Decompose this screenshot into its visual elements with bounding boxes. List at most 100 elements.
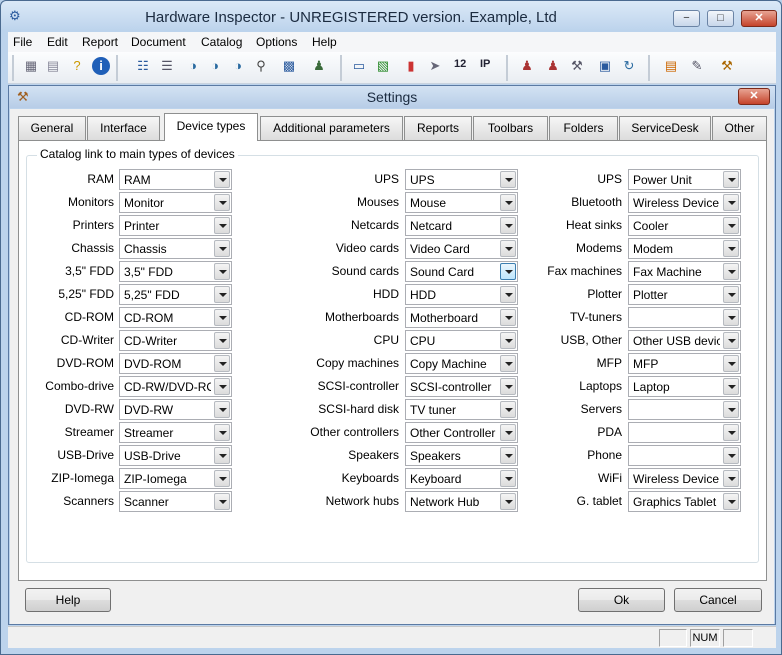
device-type-select[interactable]: DVD-ROM [119,353,232,374]
chevron-down-icon[interactable] [723,286,739,303]
chevron-down-icon[interactable] [214,470,230,487]
device-type-select[interactable]: Cooler [628,215,741,236]
monitor-icon[interactable]: ▩ [280,57,298,75]
device-type-select[interactable]: Wireless Device [628,468,741,489]
menu-edit[interactable]: Edit [47,35,68,49]
cancel-button[interactable]: Cancel [674,588,762,612]
device-type-select[interactable]: Monitor [119,192,232,213]
tab-toolbars[interactable]: Toolbars [473,116,548,140]
chevron-down-icon[interactable] [723,263,739,280]
device-type-select[interactable]: Modem [628,238,741,259]
people-icon[interactable]: ♟ [544,57,562,75]
chart-icon[interactable]: ▮ [402,57,420,75]
chevron-down-icon[interactable] [723,401,739,418]
refresh-icon[interactable]: ↻ [620,57,638,75]
dialog-close-button[interactable]: ✕ [738,88,770,105]
menu-catalog[interactable]: Catalog [201,35,242,49]
tools-icon[interactable]: ⚒ [568,57,586,75]
chevron-down-icon[interactable] [214,286,230,303]
device-type-select[interactable]: MFP [628,353,741,374]
chevron-down-icon[interactable] [723,378,739,395]
pc-network-icon[interactable]: ▣ [596,57,614,75]
title-bar[interactable]: ⚙ Hardware Inspector - UNREGISTERED vers… [1,1,781,31]
chevron-down-icon[interactable] [214,309,230,326]
tab-device-types[interactable]: Device types [164,113,258,141]
chevron-down-icon[interactable] [214,493,230,510]
device-type-select[interactable]: RAM [119,169,232,190]
device-type-select[interactable]: 5,25" FDD [119,284,232,305]
device-type-select[interactable]: Plotter [628,284,741,305]
menu-report[interactable]: Report [82,35,118,49]
maximize-button[interactable]: □ [707,10,734,27]
chevron-down-icon[interactable] [214,401,230,418]
tab-interface[interactable]: Interface [87,116,160,140]
chevron-down-icon[interactable] [214,447,230,464]
device-type-select[interactable] [628,445,741,466]
chevron-down-icon[interactable] [723,424,739,441]
device-type-select[interactable]: CD-Writer [119,330,232,351]
search-doc2-icon[interactable]: ◑ [206,57,224,75]
tab-additional-parameters[interactable]: Additional parameters [260,116,403,140]
help-button[interactable]: Help [25,588,111,612]
help-icon[interactable]: ? [68,57,86,75]
device-type-select[interactable]: CD-RW/DVD-ROM [119,376,232,397]
chevron-down-icon[interactable] [723,194,739,211]
chevron-down-icon[interactable] [723,470,739,487]
chevron-down-icon[interactable] [214,194,230,211]
number-icon[interactable]: 12 [454,58,466,70]
ip-icon[interactable]: IP [480,58,490,70]
tab-general[interactable]: General [18,116,86,140]
chevron-down-icon[interactable] [214,171,230,188]
device-type-select[interactable]: Other USB device [628,330,741,351]
device-type-select[interactable]: DVD-RW [119,399,232,420]
chevron-down-icon[interactable] [214,355,230,372]
device-type-select[interactable]: Wireless Device [628,192,741,213]
device-type-select[interactable]: ZIP-Iomega [119,468,232,489]
computer-icon[interactable]: ▭ [350,57,368,75]
export-icon[interactable]: ➤ [426,57,444,75]
chevron-down-icon[interactable] [214,263,230,280]
device-type-select[interactable] [628,307,741,328]
chevron-down-icon[interactable] [723,309,739,326]
person-icon[interactable]: ♟ [518,57,536,75]
device-type-select[interactable]: Graphics Tablet [628,491,741,512]
edit-icon[interactable]: ✎ [688,57,706,75]
document-icon[interactable]: ▤ [44,57,62,75]
chevron-down-icon[interactable] [723,447,739,464]
chevron-down-icon[interactable] [723,171,739,188]
device-type-select[interactable]: Chassis [119,238,232,259]
menu-file[interactable]: File [13,35,32,49]
menu-help[interactable]: Help [312,35,337,49]
tab-folders[interactable]: Folders [549,116,618,140]
chevron-down-icon[interactable] [214,240,230,257]
device-type-select[interactable]: Power Unit [628,169,741,190]
search-doc3-icon[interactable]: ◑ [229,57,247,75]
chevron-down-icon[interactable] [214,332,230,349]
menu-options[interactable]: Options [256,35,297,49]
device-type-select[interactable]: CD-ROM [119,307,232,328]
tab-reports[interactable]: Reports [404,116,472,140]
list-icon[interactable]: ☰ [158,57,176,75]
magnifier-icon[interactable]: ⚲ [252,57,270,75]
device-type-select[interactable]: 3,5" FDD [119,261,232,282]
device-type-select[interactable] [628,422,741,443]
network-icon[interactable]: ☷ [134,57,152,75]
chevron-down-icon[interactable] [723,355,739,372]
tab-servicedesk[interactable]: ServiceDesk [619,116,711,140]
tab-other[interactable]: Other [712,116,767,140]
device-type-select[interactable]: Fax Machine [628,261,741,282]
chevron-down-icon[interactable] [723,332,739,349]
search-doc-icon[interactable]: ◑ [184,57,202,75]
chevron-down-icon[interactable] [723,217,739,234]
device-type-select[interactable]: USB-Drive [119,445,232,466]
minimize-button[interactable]: − [673,10,700,27]
chevron-down-icon[interactable] [723,240,739,257]
card-icon[interactable]: ▧ [374,57,392,75]
chevron-down-icon[interactable] [214,217,230,234]
close-button[interactable]: ✕ [741,10,777,27]
device-type-select[interactable]: Laptop [628,376,741,397]
device-type-select[interactable] [628,399,741,420]
device-type-select[interactable]: Printer [119,215,232,236]
device-type-select[interactable]: Streamer [119,422,232,443]
scanner-icon[interactable]: ▦ [22,57,40,75]
